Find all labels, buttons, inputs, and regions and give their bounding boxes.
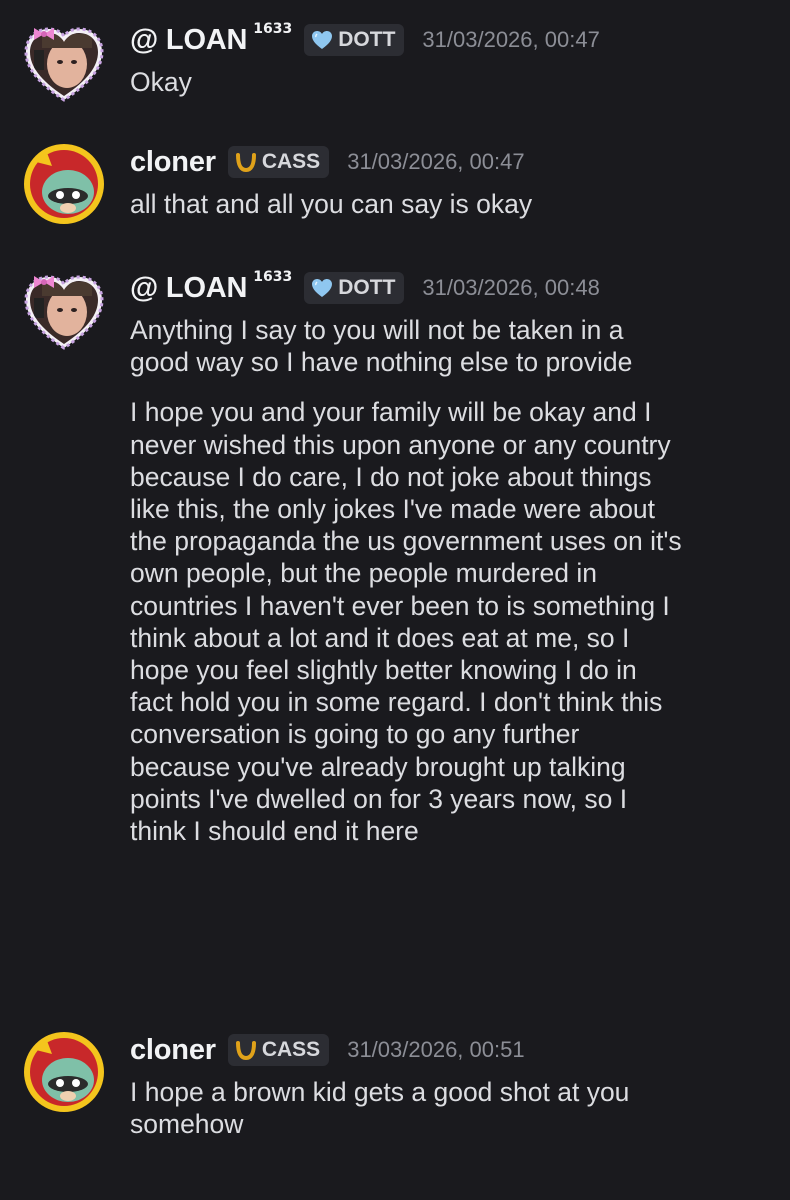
message-header: @ LOAN 1633 DOTT 31/03/2026, 00:48	[130, 268, 600, 308]
message-line: points I've dwelled on for 3 years now, …	[130, 783, 628, 814]
message-line: the propaganda the us government uses on…	[130, 526, 682, 557]
timestamp[interactable]: 31/03/2026, 00:51	[347, 1037, 524, 1063]
server-tag[interactable]: CASS	[227, 146, 330, 178]
server-tag[interactable]: DOTT	[304, 24, 405, 56]
message-content: Anything I say to you will not be taken …	[130, 314, 770, 847]
avatar-cloner[interactable]	[22, 142, 106, 226]
server-tag[interactable]: DOTT	[304, 272, 405, 304]
message-line: I hope you and your family will be okay …	[130, 397, 652, 428]
server-tag[interactable]: CASS	[227, 1034, 330, 1066]
heart-icon	[312, 31, 333, 49]
message-paragraph: Okay	[130, 66, 770, 98]
message-paragraph: I hope you and your family will be okay …	[130, 396, 770, 847]
message-header: cloner CASS 31/03/2026, 00:51	[130, 1030, 525, 1070]
author-name[interactable]: @ LOAN	[130, 272, 247, 305]
message-line: all that and all you can say is okay	[130, 189, 533, 219]
message-paragraph: Anything I say to you will not be taken …	[130, 314, 770, 378]
message-line: because you've already brought up talkin…	[130, 751, 626, 782]
author-badge-number: 1633	[253, 21, 293, 37]
message-paragraph: I hope a brown kid gets a good shot at y…	[130, 1076, 770, 1140]
message-line: somehow	[130, 1109, 244, 1140]
message-line: because I do care, I do not joke about t…	[130, 461, 652, 492]
message-content: I hope a brown kid gets a good shot at y…	[130, 1076, 770, 1140]
message-line: never wished this upon anyone or any cou…	[130, 429, 671, 460]
message-content: Okay	[130, 66, 770, 98]
avatar-loan[interactable]	[22, 20, 106, 104]
horseshoe-icon	[235, 153, 256, 172]
message-line: like this, the only jokes I've made were…	[130, 494, 656, 525]
author-name[interactable]: cloner	[130, 1034, 216, 1067]
avatar-cloner[interactable]	[22, 1030, 106, 1114]
horseshoe-icon	[235, 1041, 256, 1060]
message-line: fact hold you in some regard. I don't th…	[130, 687, 663, 718]
message-header: cloner CASS 31/03/2026, 00:47	[130, 142, 525, 182]
message-content: all that and all you can say is okay	[130, 188, 770, 220]
message-header: @ LOAN 1633 DOTT 31/03/2026, 00:47	[130, 20, 600, 60]
heart-icon	[312, 279, 333, 297]
message-line: hope you feel slightly better knowing I …	[130, 655, 637, 686]
server-tag-label: DOTT	[338, 276, 396, 299]
message-line: Okay	[130, 67, 192, 97]
timestamp[interactable]: 31/03/2026, 00:48	[422, 275, 599, 301]
timestamp[interactable]: 31/03/2026, 00:47	[422, 27, 599, 53]
message-line: conversation is going to go any further	[130, 719, 580, 750]
server-tag-label: CASS	[261, 1038, 321, 1061]
message-line: think I should end it here	[130, 816, 419, 847]
server-tag-label: DOTT	[338, 28, 396, 51]
author-name[interactable]: @ LOAN	[130, 24, 247, 57]
avatar-loan[interactable]	[22, 268, 106, 352]
author-badge-number: 1633	[253, 269, 293, 285]
message-paragraph: all that and all you can say is okay	[130, 188, 770, 220]
timestamp[interactable]: 31/03/2026, 00:47	[347, 149, 524, 175]
message-line: think about a lot and it does eat at me,…	[130, 622, 630, 653]
message-line: Anything I say to you will not be taken …	[130, 315, 624, 345]
message-line: own people, but the people murdered in	[130, 558, 598, 589]
chat-log: @ LOAN 1633 DOTT 31/03/2026, 00:47 Okay	[0, 0, 790, 1200]
server-tag-label: CASS	[261, 150, 321, 173]
author-name[interactable]: cloner	[130, 146, 216, 179]
message-line: I hope a brown kid gets a good shot at y…	[130, 1077, 630, 1107]
message-line: countries I haven't ever been to is some…	[130, 590, 670, 621]
message-line: good way so I have nothing else to provi…	[130, 347, 633, 378]
